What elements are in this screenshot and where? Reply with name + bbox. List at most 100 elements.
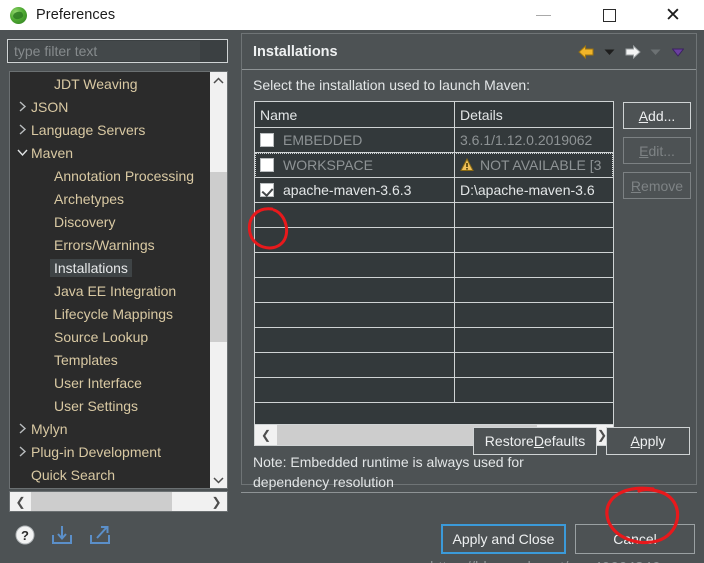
table-row[interactable]: WORKSPACE NOT AVAILABLE [3: [255, 153, 613, 178]
tree-item-installations[interactable]: Installations: [10, 256, 210, 279]
tree-item-source-lookup[interactable]: Source Lookup: [10, 325, 210, 348]
cell-name: [255, 378, 455, 402]
table-empty-row[interactable]: [255, 328, 613, 353]
tree-item-user-interface[interactable]: User Interface: [10, 371, 210, 394]
cell-name: [255, 328, 455, 352]
page-instruction: Select the installation used to launch M…: [253, 77, 531, 93]
window-title-bar: Preferences ✕: [0, 0, 704, 30]
import-icon[interactable]: [50, 524, 74, 546]
tree-vertical-scrollbar[interactable]: [210, 72, 227, 488]
tree-item-json[interactable]: JSON: [10, 95, 210, 118]
table-empty-row[interactable]: [255, 253, 613, 278]
chevron-down-icon: [16, 149, 28, 156]
forward-history-dropdown: [645, 42, 665, 62]
table-empty-row[interactable]: [255, 203, 613, 228]
tree-scroll-up-button[interactable]: [210, 72, 227, 89]
cell-details[interactable]: D:\apache-maven-3.6: [455, 178, 613, 202]
tree-item-errors-warnings[interactable]: Errors/Warnings: [10, 233, 210, 256]
tree-item-label: Errors/Warnings: [54, 236, 155, 253]
tree-expand-toggle[interactable]: [14, 423, 30, 434]
cell-details[interactable]: 3.6.1/1.12.0.2019062: [455, 128, 613, 152]
table-empty-row[interactable]: [255, 378, 613, 403]
back-arrow-icon: [577, 45, 593, 59]
tree-item-plug-in-development[interactable]: Plug-in Development: [10, 440, 210, 463]
tree-scroll-down-button[interactable]: [210, 471, 227, 488]
close-button[interactable]: ✕: [650, 0, 696, 30]
tree-hscrollbar-thumb[interactable]: [31, 492, 172, 511]
tree-expand-toggle[interactable]: [14, 147, 30, 158]
preferences-navigation-pane: type filter text JDT Weaving JSON Language…: [7, 35, 234, 512]
tree-scrollbar-thumb[interactable]: [210, 172, 227, 342]
forward-button[interactable]: [622, 42, 642, 62]
cell-details[interactable]: NOT AVAILABLE [3: [455, 153, 613, 177]
preferences-tree-list[interactable]: JDT Weaving JSON Language Servers Maven Anno…: [10, 72, 210, 488]
tree-item-java-ee-integration[interactable]: Java EE Integration: [10, 279, 210, 302]
table-empty-row[interactable]: [255, 228, 613, 253]
svg-text:?: ?: [21, 528, 29, 543]
installations-table[interactable]: Name Details EMBEDDED 3.6.1/1.12.0.2019062 W…: [254, 101, 614, 436]
cell-details: [455, 278, 613, 302]
table-row[interactable]: EMBEDDED 3.6.1/1.12.0.2019062: [255, 128, 613, 153]
tree-item-label: Language Servers: [31, 121, 146, 138]
tree-item-templates[interactable]: Templates: [10, 348, 210, 371]
cell-name[interactable]: EMBEDDED: [255, 128, 455, 152]
chevron-right-icon: [19, 124, 26, 135]
cancel-button[interactable]: Cancel: [575, 524, 695, 554]
row-checkbox[interactable]: [260, 133, 274, 147]
apply-button[interactable]: Apply: [606, 427, 690, 455]
tree-item-annotation-processing[interactable]: Annotation Processing: [10, 164, 210, 187]
tree-item-discovery[interactable]: Discovery: [10, 210, 210, 233]
add-button[interactable]: Add...: [623, 102, 691, 129]
tree-expand-toggle[interactable]: [14, 446, 30, 457]
tree-item-lifecycle-mappings[interactable]: Lifecycle Mappings: [10, 302, 210, 325]
tree-item-maven[interactable]: Maven: [10, 141, 210, 164]
tree-horizontal-scrollbar[interactable]: ❮ ❯: [9, 491, 228, 512]
filter-placeholder-text: type filter text: [14, 43, 98, 59]
table-empty-row[interactable]: [255, 303, 613, 328]
tree-item-label: Templates: [54, 351, 118, 368]
column-header-name[interactable]: Name: [255, 102, 455, 127]
tree-item-quick-search[interactable]: Quick Search: [10, 463, 210, 486]
table-empty-row[interactable]: [255, 353, 613, 378]
back-history-dropdown[interactable]: [599, 42, 619, 62]
restore-defaults-button[interactable]: Restore Defaults: [473, 427, 597, 455]
tree-item-label: Installations: [50, 258, 132, 277]
installation-name: EMBEDDED: [283, 132, 363, 148]
tree-item-jdt-weaving[interactable]: JDT Weaving: [10, 72, 210, 95]
chevron-right-icon: [19, 446, 26, 457]
tree-item-user-settings[interactable]: User Settings: [10, 394, 210, 417]
footer-separator: [241, 492, 697, 493]
table-scroll-left-button[interactable]: ❮: [255, 428, 277, 442]
tree-item-mylyn[interactable]: Mylyn: [10, 417, 210, 440]
minimize-button[interactable]: [520, 0, 566, 30]
tree-item-language-servers[interactable]: Language Servers: [10, 118, 210, 141]
help-icon[interactable]: ?: [14, 524, 36, 546]
close-icon: ✕: [665, 3, 681, 26]
filter-input-wrapper[interactable]: type filter text: [7, 39, 228, 63]
view-menu-button[interactable]: [668, 42, 688, 62]
apply-and-close-button[interactable]: Apply and Close: [441, 524, 566, 554]
export-icon[interactable]: [88, 524, 112, 546]
tree-expand-toggle[interactable]: [14, 124, 30, 135]
tree-scroll-left-button[interactable]: ❮: [10, 495, 31, 509]
maximize-button[interactable]: [586, 0, 632, 30]
cell-details: [455, 203, 613, 227]
row-checkbox[interactable]: [260, 183, 274, 197]
maximize-icon: [602, 8, 616, 22]
table-empty-row[interactable]: [255, 278, 613, 303]
row-checkbox[interactable]: [260, 158, 274, 172]
installation-details: D:\apache-maven-3.6: [460, 182, 595, 198]
cell-details: [455, 353, 613, 377]
cell-name[interactable]: apache-maven-3.6.3: [255, 178, 455, 202]
table-row[interactable]: apache-maven-3.6.3 D:\apache-maven-3.6: [255, 178, 613, 203]
tree-scroll-right-button[interactable]: ❯: [206, 495, 227, 509]
column-header-details[interactable]: Details: [455, 102, 613, 127]
tree-item-archetypes[interactable]: Archetypes: [10, 187, 210, 210]
preferences-tree[interactable]: JDT Weaving JSON Language Servers Maven Anno…: [9, 71, 228, 489]
cell-name[interactable]: WORKSPACE: [255, 153, 455, 177]
back-button[interactable]: [576, 42, 596, 62]
tree-expand-toggle[interactable]: [14, 101, 30, 112]
remove-button: Remove: [623, 172, 691, 199]
cell-name: [255, 278, 455, 302]
page-navigation-buttons: [576, 34, 688, 70]
